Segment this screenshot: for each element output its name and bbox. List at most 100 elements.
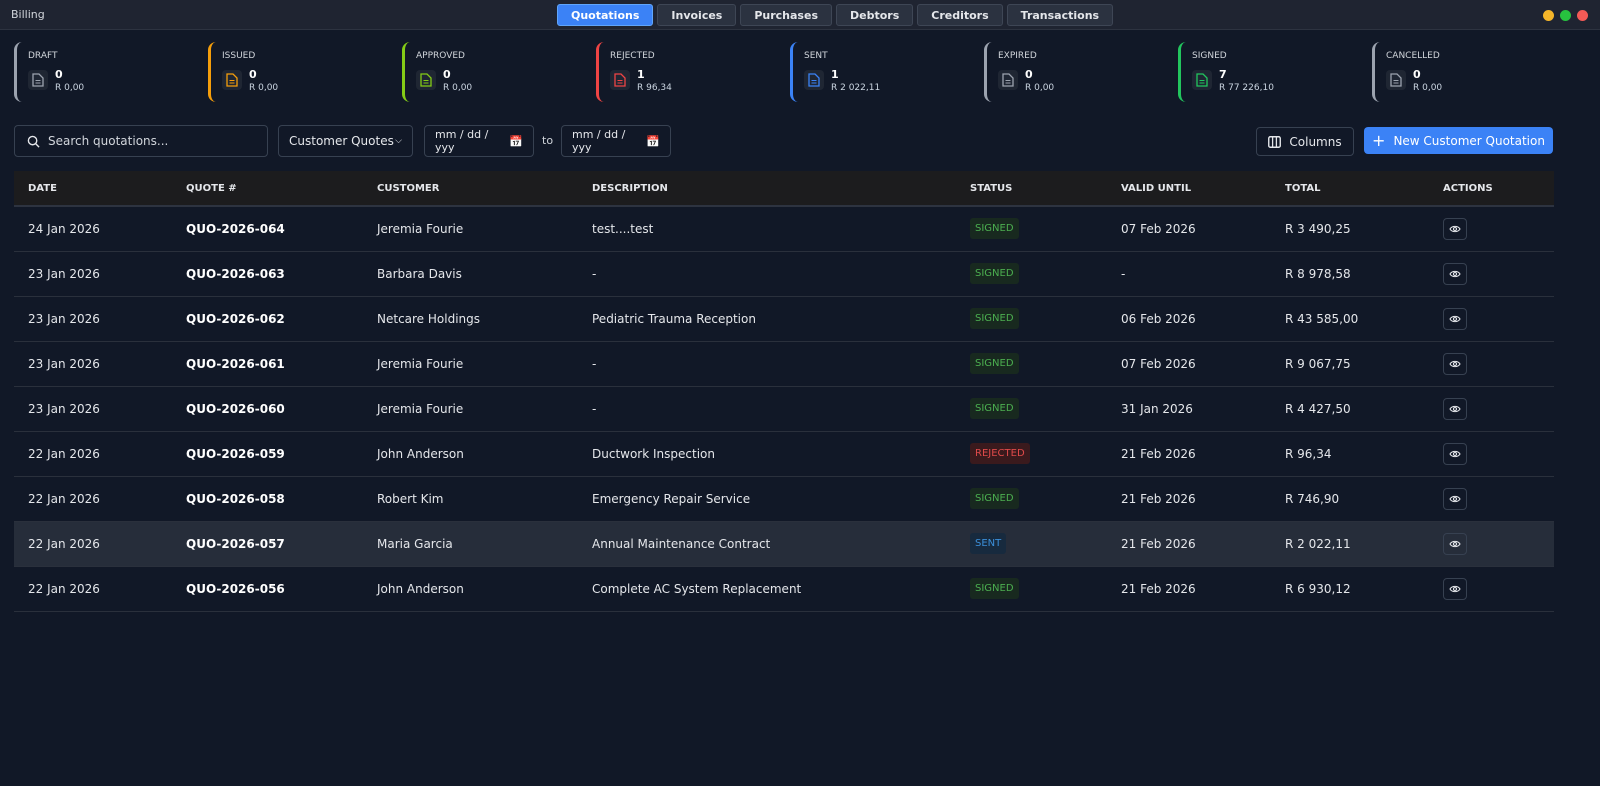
date-from-input[interactable]: mm / dd / yyy 📅 xyxy=(424,125,534,157)
columns-icon xyxy=(1268,135,1282,148)
cell-total: R 746,90 xyxy=(1271,476,1429,522)
stat-amount: R 0,00 xyxy=(55,83,85,93)
view-button[interactable] xyxy=(1443,262,1467,285)
view-button[interactable] xyxy=(1443,487,1467,510)
table-header: DATE QUOTE # CUSTOMER DESCRIPTION STATUS VALI… xyxy=(14,171,1554,206)
stat-card-expired[interactable]: EXPIRED 0 R 0,00 xyxy=(984,42,1178,102)
eye-icon xyxy=(1449,540,1461,547)
stat-card-sent[interactable]: SENT 1 R 2 022,11 xyxy=(790,42,984,102)
cell-description: - xyxy=(578,251,956,297)
stat-count: 0 xyxy=(443,68,451,81)
table-row[interactable]: 22 Jan 2026 QUO-2026-057 Maria Garcia An… xyxy=(14,521,1554,567)
table-row[interactable]: 23 Jan 2026 QUO-2026-061 Jeremia Fourie … xyxy=(14,341,1554,387)
stat-amount: R 2 022,11 xyxy=(831,83,881,93)
cell-quote-number[interactable]: QUO-2026-058 xyxy=(172,476,363,522)
close-button[interactable] xyxy=(1577,10,1588,21)
status-badge: SENT xyxy=(970,533,1007,554)
quote-type-select[interactable]: Customer Quotes ⌵ xyxy=(278,125,413,157)
view-button[interactable] xyxy=(1443,532,1467,555)
maximize-button[interactable] xyxy=(1560,10,1571,21)
stat-label: ISSUED xyxy=(222,51,256,61)
eye-icon xyxy=(1449,360,1461,367)
cell-quote-number[interactable]: QUO-2026-060 xyxy=(172,386,363,432)
stat-card-issued[interactable]: ISSUED 0 R 0,00 xyxy=(208,42,402,102)
stat-amount: R 0,00 xyxy=(1025,83,1055,93)
cell-valid-until: - xyxy=(1107,251,1271,297)
cell-date: 23 Jan 2026 xyxy=(14,296,172,342)
stat-amount: R 96,34 xyxy=(637,83,672,93)
to-label: to xyxy=(542,134,554,147)
cell-date: 23 Jan 2026 xyxy=(14,341,172,387)
search-input[interactable] xyxy=(48,134,248,148)
column-header[interactable]: ACTIONS xyxy=(1429,171,1554,206)
cell-quote-number[interactable]: QUO-2026-056 xyxy=(172,566,363,612)
cell-quote-number[interactable]: QUO-2026-057 xyxy=(172,521,363,567)
column-header[interactable]: TOTAL xyxy=(1271,171,1429,206)
table-row[interactable]: 22 Jan 2026 QUO-2026-058 Robert Kim Emer… xyxy=(14,476,1554,522)
stat-card-cancelled[interactable]: CANCELLED 0 R 0,00 xyxy=(1372,42,1566,102)
date-to-input[interactable]: mm / dd / yyy 📅 xyxy=(561,125,671,157)
tab-debtors[interactable]: Debtors xyxy=(836,4,914,26)
table-row[interactable]: 22 Jan 2026 QUO-2026-056 John Anderson C… xyxy=(14,566,1554,612)
stat-label: SIGNED xyxy=(1192,51,1227,61)
tab-creditors[interactable]: Creditors xyxy=(917,4,1003,26)
stat-count: 0 xyxy=(55,68,63,81)
cell-date: 24 Jan 2026 xyxy=(14,206,172,252)
eye-icon xyxy=(1449,585,1461,592)
view-button[interactable] xyxy=(1443,397,1467,420)
document-icon xyxy=(28,70,48,90)
tab-quotations[interactable]: Quotations xyxy=(557,4,654,26)
column-header[interactable]: VALID UNTIL xyxy=(1107,171,1271,206)
cell-quote-number[interactable]: QUO-2026-059 xyxy=(172,431,363,477)
column-header[interactable]: QUOTE # xyxy=(172,171,363,206)
view-button[interactable] xyxy=(1443,577,1467,600)
column-header[interactable]: STATUS xyxy=(956,171,1107,206)
view-button[interactable] xyxy=(1443,352,1467,375)
table-row[interactable]: 23 Jan 2026 QUO-2026-063 Barbara Davis -… xyxy=(14,251,1554,297)
status-badge: SIGNED xyxy=(970,488,1019,509)
table-row[interactable]: 22 Jan 2026 QUO-2026-059 John Anderson D… xyxy=(14,431,1554,477)
search-box[interactable] xyxy=(14,125,268,157)
stat-card-signed[interactable]: SIGNED 7 R 77 226,10 xyxy=(1178,42,1372,102)
column-header[interactable]: DESCRIPTION xyxy=(578,171,956,206)
view-button[interactable] xyxy=(1443,307,1467,330)
cell-description: - xyxy=(578,341,956,387)
cell-valid-until: 07 Feb 2026 xyxy=(1107,341,1271,387)
cell-description: Annual Maintenance Contract xyxy=(578,521,956,567)
view-button[interactable] xyxy=(1443,217,1467,240)
eye-icon xyxy=(1449,450,1461,457)
stat-amount: R 77 226,10 xyxy=(1219,83,1274,93)
stat-count: 1 xyxy=(831,68,839,81)
stat-card-rejected[interactable]: REJECTED 1 R 96,34 xyxy=(596,42,790,102)
date-to-placeholder: mm / dd / yyy xyxy=(572,128,626,154)
minimize-button[interactable] xyxy=(1543,10,1554,21)
cell-quote-number[interactable]: QUO-2026-062 xyxy=(172,296,363,342)
new-quotation-button[interactable]: + New Customer Quotation xyxy=(1364,127,1553,154)
cell-quote-number[interactable]: QUO-2026-064 xyxy=(172,206,363,252)
cell-quote-number[interactable]: QUO-2026-061 xyxy=(172,341,363,387)
stat-card-approved[interactable]: APPROVED 0 R 0,00 xyxy=(402,42,596,102)
document-icon xyxy=(610,70,630,90)
app-title: Billing xyxy=(11,8,45,21)
tab-invoices[interactable]: Invoices xyxy=(657,4,737,26)
view-button[interactable] xyxy=(1443,442,1467,465)
tab-purchases[interactable]: Purchases xyxy=(740,4,832,26)
cell-date: 22 Jan 2026 xyxy=(14,476,172,522)
columns-button[interactable]: Columns xyxy=(1256,127,1354,156)
stat-card-draft[interactable]: DRAFT 0 R 0,00 xyxy=(14,42,208,102)
cell-customer: Jeremia Fourie xyxy=(363,206,578,252)
module-tabs: Quotations Invoices Purchases Debtors Credit… xyxy=(557,4,1114,26)
calendar-icon: 📅 xyxy=(509,134,523,148)
status-badge: SIGNED xyxy=(970,578,1019,599)
tab-transactions[interactable]: Transactions xyxy=(1006,4,1114,26)
column-header[interactable]: CUSTOMER xyxy=(363,171,578,206)
table-row[interactable]: 23 Jan 2026 QUO-2026-062 Netcare Holding… xyxy=(14,296,1554,342)
status-badge: SIGNED xyxy=(970,308,1019,329)
cell-quote-number[interactable]: QUO-2026-063 xyxy=(172,251,363,297)
cell-customer: Barbara Davis xyxy=(363,251,578,297)
table-row[interactable]: 23 Jan 2026 QUO-2026-060 Jeremia Fourie … xyxy=(14,386,1554,432)
column-header[interactable]: DATE xyxy=(14,171,172,206)
cell-date: 22 Jan 2026 xyxy=(14,521,172,567)
table-row[interactable]: 24 Jan 2026 QUO-2026-064 Jeremia Fourie … xyxy=(14,206,1554,252)
cell-description: Emergency Repair Service xyxy=(578,476,956,522)
